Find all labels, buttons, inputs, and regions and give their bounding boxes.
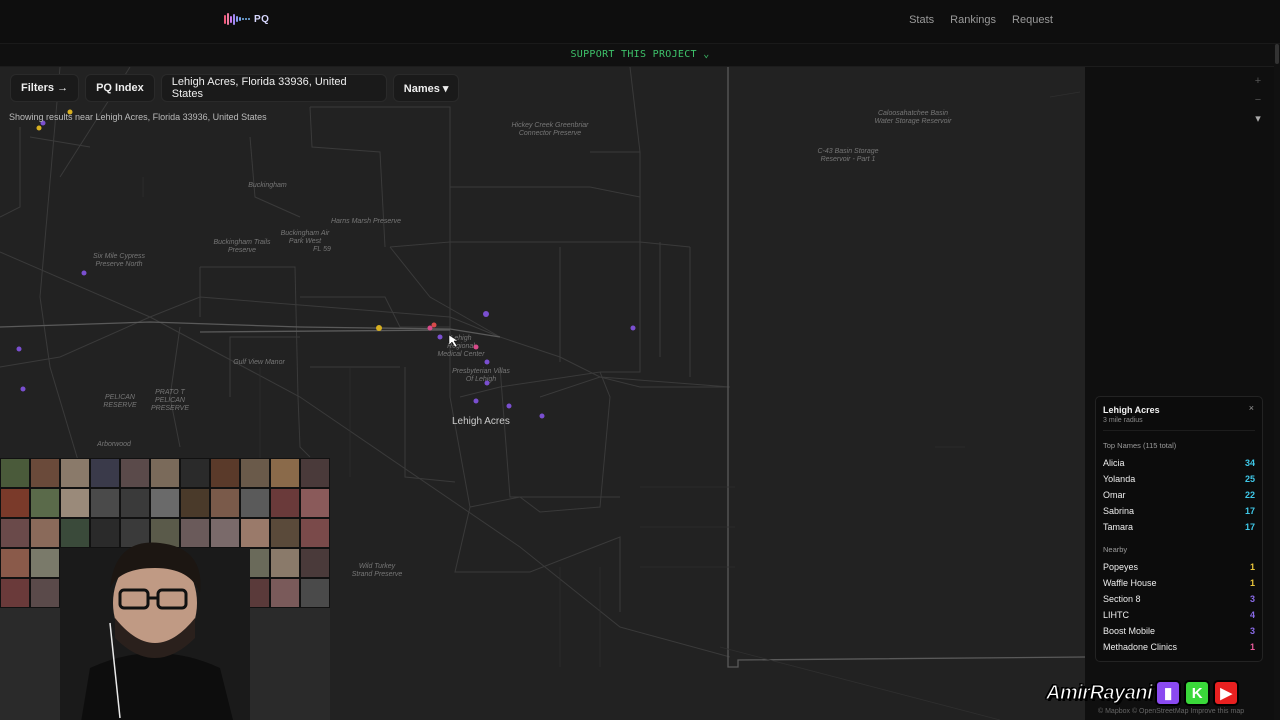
marker-yellow (376, 325, 382, 331)
compass-button[interactable]: ▾ (1250, 110, 1266, 129)
marker-purple (506, 403, 512, 409)
panel-close-icon[interactable]: × (1249, 403, 1254, 413)
list-item[interactable]: Boost Mobile 3 (1103, 623, 1255, 639)
list-item[interactable]: Popeyes 1 (1103, 559, 1255, 575)
main-nav: Stats Rankings Request (909, 14, 1053, 26)
list-item[interactable]: Sabrina 17 (1103, 503, 1255, 519)
hand-cursor-icon (448, 334, 459, 348)
watermark-name: AmirRayani (1045, 681, 1153, 704)
page-scrollbar[interactable] (1274, 44, 1280, 720)
list-item[interactable]: Yolanda 25 (1103, 471, 1255, 487)
top-names-heading: Top Names (115 total) (1103, 441, 1177, 450)
filters-button[interactable]: Filters → (10, 74, 80, 102)
marker-pink (427, 325, 433, 331)
marker-purple (437, 334, 443, 340)
location-search-input[interactable]: Lehigh Acres, Florida 33936, United Stat… (160, 74, 387, 102)
marker-purple (81, 270, 87, 276)
names-dropdown[interactable]: Names ▾ (392, 74, 460, 102)
panel-subtitle: 3 mile radius (1103, 417, 1143, 424)
logo-bars-icon (224, 13, 250, 25)
list-item[interactable]: Omar 22 (1103, 487, 1255, 503)
twitch-icon: ▮ (1155, 680, 1182, 706)
nav-request[interactable]: Request (1012, 14, 1053, 26)
marker-yellow (36, 125, 42, 131)
zoom-in-button[interactable]: + (1250, 72, 1266, 91)
streamer-watermark: AmirRayani ▮ K ▶ (1045, 680, 1240, 706)
marker-purple (16, 346, 22, 352)
map-zoom-controls: + − ▾ (1250, 72, 1266, 129)
scrollbar-thumb[interactable] (1275, 44, 1279, 64)
nearby-heading: Nearby (1103, 545, 1128, 554)
logo-text: PQ (254, 13, 270, 25)
nav-stats[interactable]: Stats (909, 14, 934, 26)
list-item[interactable]: Methadone Clinics 1 (1103, 639, 1255, 655)
top-names-list: Alicia 34 Yolanda 25 Omar 22 Sabrina 17 Tama… (1103, 455, 1255, 535)
marker-pink (473, 344, 479, 350)
streamer-person (60, 542, 250, 720)
marker-purple (630, 325, 636, 331)
kick-icon: K (1184, 680, 1211, 706)
marker-purple (473, 398, 479, 404)
support-banner[interactable]: SUPPORT THIS PROJECT ⌄ (0, 44, 1280, 66)
location-info-panel: Lehigh Acres 3 mile radius × Top Names (… (1095, 396, 1263, 662)
marker-purple (484, 359, 490, 365)
marker-red (431, 322, 437, 328)
youtube-icon: ▶ (1213, 680, 1240, 706)
list-item[interactable]: Section 83 (1103, 591, 1255, 607)
list-item[interactable]: Waffle House 1 (1103, 575, 1255, 591)
nearby-list: Popeyes 1 Waffle House 1 Section 83 LIHTC 4… (1103, 559, 1255, 655)
map-toolbar: Filters → PQ Index Lehigh Acres, Florida… (10, 74, 460, 102)
showing-results-text: Showing results near Lehigh Acres, Flori… (9, 112, 267, 122)
map-attribution[interactable]: © Mapbox © OpenStreetMap Improve this ma… (1098, 708, 1244, 715)
marker-purple (20, 386, 26, 392)
marker-purple (483, 311, 489, 317)
nav-rankings[interactable]: Rankings (950, 14, 996, 26)
marker-purple (484, 380, 490, 386)
list-item[interactable]: LIHTC 4 (1103, 607, 1255, 623)
list-item[interactable]: Alicia 34 (1103, 455, 1255, 471)
pq-index-button[interactable]: PQ Index (85, 74, 155, 102)
top-bar: PQ Stats Rankings Request (0, 0, 1280, 44)
list-item[interactable]: Tamara 17 (1103, 519, 1255, 535)
map-city-label: Lehigh Acres (452, 416, 510, 427)
logo[interactable]: PQ (224, 13, 269, 25)
webcam-overlay (0, 458, 330, 720)
zoom-out-button[interactable]: − (1250, 91, 1266, 110)
panel-divider (1103, 430, 1255, 431)
panel-title: Lehigh Acres (1103, 405, 1160, 415)
marker-purple (539, 413, 545, 419)
